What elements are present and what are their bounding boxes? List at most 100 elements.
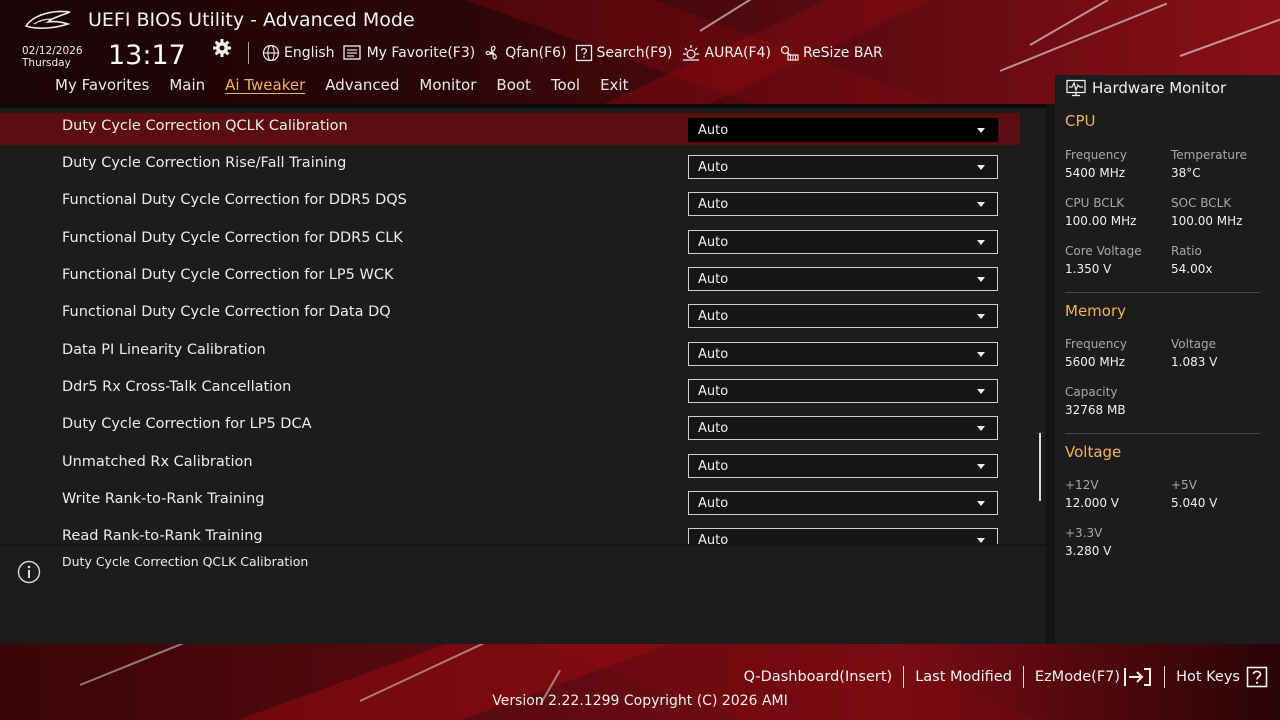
fan-icon xyxy=(485,45,498,60)
main-nav: My Favorites Main Ai Tweaker Advanced Mo… xyxy=(55,76,648,98)
setting-label: Duty Cycle Correction Rise/Fall Training xyxy=(62,155,347,171)
setting-label: Read Rank-to-Rank Training xyxy=(62,528,263,544)
setting-row[interactable]: Write Rank-to-Rank Training Auto xyxy=(0,486,1020,518)
qfan-button[interactable]: Qfan(F6) xyxy=(483,44,567,62)
cpu-bclk-label: CPU BCLK xyxy=(1065,196,1125,210)
chevron-down-icon xyxy=(977,389,985,394)
tab-advanced[interactable]: Advanced xyxy=(325,76,399,98)
setting-dropdown[interactable]: Auto xyxy=(688,491,998,515)
setting-row[interactable]: Unmatched Rx Calibration Auto xyxy=(0,449,1020,481)
memory-heading: Memory xyxy=(1065,302,1127,320)
qfan-label: Qfan(F6) xyxy=(505,45,567,61)
tab-main[interactable]: Main xyxy=(169,76,205,98)
v5-value: 5.040 V xyxy=(1171,496,1218,510)
setting-label: Duty Cycle Correction for LP5 DCA xyxy=(62,416,312,432)
help-panel: Duty Cycle Correction QCLK Calibration xyxy=(0,546,1046,644)
setting-row[interactable]: Data PI Linearity Calibration Auto xyxy=(0,337,1020,369)
decor-streak xyxy=(1029,0,1109,46)
cpu-heading: CPU xyxy=(1065,112,1096,130)
settings-panel: Duty Cycle Correction QCLK Calibration A… xyxy=(0,104,1046,544)
memory-frequency-value: 5600 MHz xyxy=(1065,355,1126,369)
setting-row[interactable]: Duty Cycle Correction QCLK Calibration A… xyxy=(0,113,1020,145)
setting-dropdown[interactable]: Auto xyxy=(688,230,998,254)
setting-row[interactable]: Ddr5 Rx Cross-Talk Cancellation Auto xyxy=(0,374,1020,406)
dropdown-value: Auto xyxy=(698,197,729,212)
chevron-down-icon xyxy=(977,352,985,357)
q-dashboard-button[interactable]: Q-Dashboard(Insert) xyxy=(744,669,893,685)
memory-voltage-label: Voltage xyxy=(1171,337,1217,351)
setting-dropdown[interactable]: Auto xyxy=(688,416,998,440)
section-divider xyxy=(1065,433,1260,434)
my-favorite-label: My Favorite(F3) xyxy=(366,45,476,61)
ez-mode-button[interactable]: EzMode(F7) xyxy=(1035,666,1153,688)
memory-capacity-label: Capacity xyxy=(1065,385,1118,399)
setting-dropdown[interactable]: Auto xyxy=(688,192,998,216)
setting-dropdown[interactable]: Auto xyxy=(688,155,998,179)
time-display[interactable]: 13:17 xyxy=(108,40,186,71)
chevron-down-icon xyxy=(977,314,985,319)
soc-bclk-value: 100.00 MHz xyxy=(1171,214,1243,228)
v12-value: 12.000 V xyxy=(1065,496,1120,510)
decor-streak xyxy=(699,0,803,32)
setting-dropdown[interactable]: Auto xyxy=(688,454,998,478)
setting-dropdown[interactable]: Auto xyxy=(688,379,998,403)
language-button[interactable]: English xyxy=(262,44,335,62)
chevron-down-icon xyxy=(977,202,985,207)
setting-dropdown[interactable]: Auto xyxy=(688,267,998,291)
version-text: Version 2.22.1299 Copyright (C) 2026 AMI xyxy=(492,693,788,709)
setting-dropdown[interactable]: Auto xyxy=(688,118,998,142)
setting-label: Write Rank-to-Rank Training xyxy=(62,491,265,507)
search-label: Search(F9) xyxy=(596,45,673,61)
setting-row[interactable]: Functional Duty Cycle Correction for LP5… xyxy=(0,262,1020,294)
tab-monitor[interactable]: Monitor xyxy=(419,76,476,98)
hardware-monitor-title: Hardware Monitor xyxy=(1066,79,1226,97)
search-button[interactable]: Search(F9) xyxy=(575,44,673,62)
exit-arrow-icon xyxy=(1124,668,1152,686)
v33-label: +3.3V xyxy=(1065,526,1103,540)
setting-label: Data PI Linearity Calibration xyxy=(62,342,266,358)
dropdown-value: Auto xyxy=(698,421,729,436)
tab-boot[interactable]: Boot xyxy=(496,76,531,98)
setting-label: Unmatched Rx Calibration xyxy=(62,454,253,470)
setting-row[interactable]: Duty Cycle Correction for LP5 DCA Auto xyxy=(0,411,1020,443)
date-display: 02/12/2026 Thursday xyxy=(22,45,83,69)
setting-label: Functional Duty Cycle Correction for LP5… xyxy=(62,267,394,283)
info-icon xyxy=(17,560,41,584)
setting-row[interactable]: Functional Duty Cycle Correction for Dat… xyxy=(0,299,1020,331)
footer-divider xyxy=(903,666,905,688)
footer-links: Q-Dashboard(Insert) Last Modified EzMode… xyxy=(744,666,1268,688)
rog-logo-icon xyxy=(24,10,71,29)
date-text: 02/12/2026 xyxy=(22,45,83,57)
ratio-value: 54.00x xyxy=(1171,262,1213,276)
tab-tool[interactable]: Tool xyxy=(551,76,580,98)
tab-my-favorites[interactable]: My Favorites xyxy=(55,76,149,98)
setting-dropdown[interactable]: Auto xyxy=(688,528,998,544)
last-modified-button[interactable]: Last Modified xyxy=(915,669,1012,685)
setting-label: Functional Duty Cycle Correction for DDR… xyxy=(62,230,403,246)
panel-top-border xyxy=(0,104,1046,108)
scrollbar[interactable] xyxy=(1039,433,1041,501)
toolbar: English My Favorite(F3) Qfan(F6) Search(… xyxy=(262,42,891,64)
chevron-down-icon xyxy=(977,165,985,170)
memory-capacity-value: 32768 MB xyxy=(1065,403,1126,417)
hot-keys-button[interactable]: Hot Keys xyxy=(1176,666,1268,688)
setting-row[interactable]: Duty Cycle Correction Rise/Fall Training… xyxy=(0,150,1020,182)
setting-row[interactable]: Functional Duty Cycle Correction for DDR… xyxy=(0,225,1020,257)
cpu-bclk-value: 100.00 MHz xyxy=(1065,214,1137,228)
setting-row[interactable]: Read Rank-to-Rank Training Auto xyxy=(0,523,1020,544)
tab-ai-tweaker[interactable]: Ai Tweaker xyxy=(225,76,305,98)
gear-icon[interactable] xyxy=(212,38,232,58)
aura-icon xyxy=(682,45,699,61)
resize-bar-button[interactable]: ReSize BAR xyxy=(779,44,883,62)
aura-button[interactable]: AURA(F4) xyxy=(681,44,771,62)
setting-dropdown[interactable]: Auto xyxy=(688,304,998,328)
setting-row[interactable]: Functional Duty Cycle Correction for DDR… xyxy=(0,187,1020,219)
aura-label: AURA(F4) xyxy=(704,45,771,61)
chevron-down-icon xyxy=(977,538,985,543)
tab-exit[interactable]: Exit xyxy=(600,76,628,98)
chevron-down-icon xyxy=(977,128,985,133)
my-favorite-button[interactable]: My Favorite(F3) xyxy=(342,44,476,62)
setting-label: Duty Cycle Correction QCLK Calibration xyxy=(62,118,348,134)
setting-dropdown[interactable]: Auto xyxy=(688,342,998,366)
hardware-monitor: Hardware Monitor CPU Frequency 5400 MHz … xyxy=(1055,75,1280,644)
